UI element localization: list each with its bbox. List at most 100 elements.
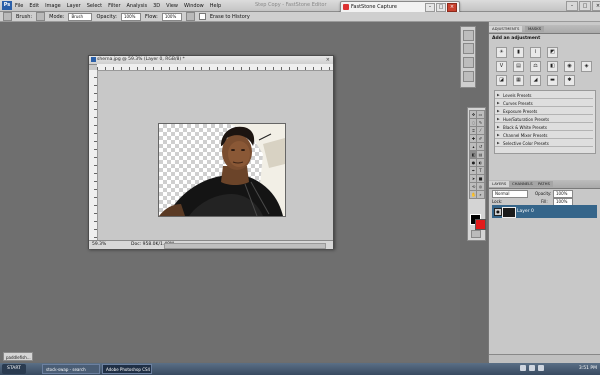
- brush-preset-picker[interactable]: [36, 12, 46, 21]
- background-color-swatch[interactable]: [475, 219, 486, 230]
- tab-masks[interactable]: MASKS: [525, 26, 545, 32]
- eye-icon[interactable]: ●: [494, 208, 502, 216]
- faststone-minimize-button[interactable]: –: [425, 3, 435, 12]
- eraser-tool-icon[interactable]: [3, 12, 12, 21]
- horizontal-ruler[interactable]: [97, 64, 333, 71]
- vertical-ruler[interactable]: [89, 70, 98, 240]
- adjustments-tab-bar: ADJUSTMENTS MASKS: [489, 25, 600, 34]
- faststone-close-button[interactable]: ×: [447, 3, 457, 12]
- network-icon[interactable]: [520, 365, 526, 371]
- airbrush-icon[interactable]: [185, 12, 195, 21]
- erase-to-history-label: Erase to History: [209, 13, 250, 20]
- channel-mixer-icon[interactable]: ◈: [581, 61, 592, 72]
- opacity-input[interactable]: 100%: [121, 12, 141, 21]
- erase-to-history-checkbox[interactable]: [198, 13, 206, 20]
- photo-filter-icon[interactable]: ◉: [564, 61, 575, 72]
- menu-edit[interactable]: Edit: [29, 3, 39, 9]
- menu-3d[interactable]: 3D: [153, 3, 160, 9]
- layers-tab-bar: LAYERS CHANNELS PATHS: [489, 180, 600, 189]
- mode-label: Mode:: [49, 13, 65, 20]
- menu-bar: Ps File Edit Image Layer Select Filter A…: [0, 0, 600, 12]
- horizontal-scrollbar[interactable]: [164, 243, 326, 249]
- layer-opacity-input[interactable]: 100%: [553, 190, 573, 198]
- menu-help[interactable]: Help: [210, 3, 221, 9]
- zoom-tool-icon[interactable]: ⌕: [476, 190, 485, 199]
- opacity-label: Opacity:: [96, 13, 117, 20]
- quick-mask-icon[interactable]: [471, 230, 481, 238]
- styles-icon[interactable]: [463, 71, 474, 82]
- document-close-icon[interactable]: ×: [326, 57, 330, 63]
- maximize-button[interactable]: □: [579, 1, 591, 11]
- preset-levels[interactable]: Levels Presets: [495, 92, 593, 99]
- right-panel-dock: ADJUSTMENTS MASKS Add an adjustment ☀ ▮ …: [488, 22, 600, 363]
- black-white-icon[interactable]: ◧: [547, 61, 558, 72]
- menu-filter[interactable]: Filter: [108, 3, 120, 9]
- preset-channel-mixer[interactable]: Channel Mixer Presets: [495, 132, 593, 139]
- invert-icon[interactable]: ◪: [496, 75, 507, 86]
- exposure-icon[interactable]: ◩: [547, 47, 558, 58]
- menu-analysis[interactable]: Analysis: [127, 3, 148, 9]
- flow-input[interactable]: 100%: [161, 12, 182, 21]
- window-controls: – □ ×: [566, 1, 600, 11]
- layer-opacity-label: Opacity:: [535, 191, 552, 196]
- security-icon[interactable]: [538, 365, 544, 371]
- adjustment-presets-list: Levels Presets Curves Presets Exposure P…: [494, 90, 596, 154]
- preset-selective-color[interactable]: Selective Color Presets: [495, 140, 593, 147]
- photo-layer-image[interactable]: [158, 123, 286, 217]
- tab-channels[interactable]: CHANNELS: [509, 181, 536, 187]
- tab-layers[interactable]: LAYERS: [489, 181, 510, 187]
- menu-image[interactable]: Image: [45, 3, 61, 9]
- history-icon[interactable]: [463, 30, 474, 41]
- start-button[interactable]: START: [2, 364, 26, 374]
- canvas-area[interactable]: [98, 71, 333, 240]
- volume-icon[interactable]: [529, 365, 535, 371]
- clock[interactable]: 3:51 PM: [579, 364, 597, 374]
- lock-label: Lock:: [492, 199, 503, 204]
- menu-window[interactable]: Window: [184, 3, 204, 9]
- swatches-icon[interactable]: [463, 57, 474, 68]
- blend-mode-select[interactable]: Normal: [492, 190, 528, 198]
- selective-color-icon[interactable]: ✱: [564, 75, 575, 86]
- zoom-readout[interactable]: 59.3%: [92, 242, 106, 247]
- adjustment-icons-row-1: ☀ ▮ ⌇ ◩: [496, 47, 558, 58]
- gradient-map-icon[interactable]: ▬: [547, 75, 558, 86]
- threshold-icon[interactable]: ◢: [530, 75, 541, 86]
- close-button[interactable]: ×: [592, 1, 600, 11]
- layer-thumbnail: [502, 207, 516, 218]
- minimized-window[interactable]: paddlefish...: [3, 352, 33, 361]
- levels-icon[interactable]: ▮: [513, 47, 524, 58]
- mode-select[interactable]: Brush: [68, 12, 93, 21]
- layer-row[interactable]: ● Layer 0: [492, 205, 597, 218]
- faststone-maximize-button[interactable]: □: [436, 3, 446, 12]
- menu-file[interactable]: File: [15, 3, 23, 9]
- faststone-title: FastStone Capture: [351, 4, 397, 10]
- color-balance-icon[interactable]: ⚖: [530, 61, 541, 72]
- photoshop-logo: Ps: [2, 1, 12, 10]
- layer-name[interactable]: Layer 0: [517, 209, 534, 214]
- taskbar-item-photoshop[interactable]: Adobe Photoshop CS4: [102, 364, 152, 374]
- hue-saturation-icon[interactable]: ▤: [513, 61, 524, 72]
- minimize-button[interactable]: –: [566, 1, 578, 11]
- posterize-icon[interactable]: ▦: [513, 75, 524, 86]
- preset-hue-saturation[interactable]: Hue/Saturation Presets: [495, 116, 593, 123]
- preset-black-white[interactable]: Black & White Presets: [495, 124, 593, 131]
- curves-icon[interactable]: ⌇: [530, 47, 541, 58]
- brightness-contrast-icon[interactable]: ☀: [496, 47, 507, 58]
- document-window[interactable]: sherna.jpg @ 59.3% (Layer 0, RGB/8) * ×: [88, 55, 334, 249]
- tab-adjustments[interactable]: ADJUSTMENTS: [489, 26, 523, 32]
- taskbar-item-browser[interactable]: stock-swap - search: [42, 364, 100, 374]
- flow-label: Flow:: [145, 13, 158, 20]
- document-title: sherna.jpg @ 59.3% (Layer 0, RGB/8) *: [97, 57, 185, 62]
- window-title: Step Copy - FastStone Editor: [255, 2, 327, 8]
- preset-curves[interactable]: Curves Presets: [495, 100, 593, 107]
- menu-select[interactable]: Select: [87, 3, 102, 9]
- preset-exposure[interactable]: Exposure Presets: [495, 108, 593, 115]
- menu-layer[interactable]: Layer: [67, 3, 81, 9]
- menu-view[interactable]: View: [166, 3, 178, 9]
- document-icon: [91, 57, 96, 62]
- vibrance-icon[interactable]: V: [496, 61, 507, 72]
- portrait-photo: [159, 124, 285, 216]
- layers-panel: LAYERS CHANNELS PATHS Normal Opacity: 10…: [489, 180, 600, 363]
- actions-icon[interactable]: [463, 43, 474, 54]
- tab-paths[interactable]: PATHS: [535, 181, 553, 187]
